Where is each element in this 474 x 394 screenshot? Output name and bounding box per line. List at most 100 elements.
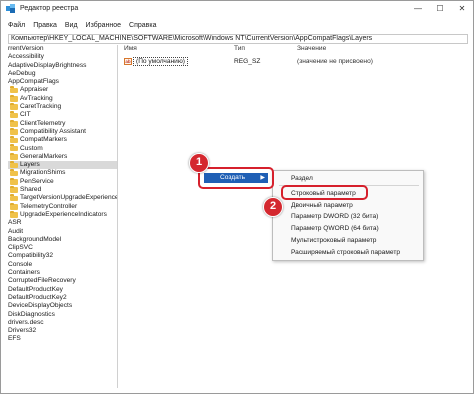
address-bar[interactable]: Компьютер\HKEY_LOCAL_MACHINE\SOFTWARE\Mi… — [8, 34, 468, 44]
value-type: REG_SZ — [234, 58, 261, 65]
tree-item-label: AeDebug — [8, 69, 36, 77]
highlight-create — [198, 167, 274, 189]
value-row[interactable]: ab (По умолчанию) REG_SZ (значение не пр… — [121, 57, 471, 67]
column-header-data[interactable]: Значение — [297, 45, 326, 54]
value-data: (значение не присвоено) — [297, 58, 373, 65]
tree-item[interactable]: Appraiser — [8, 86, 117, 94]
tree-item[interactable]: DefaultProductKey — [8, 286, 117, 294]
tree-item-label: ASR — [8, 219, 22, 227]
tree-item-label: AdaptiveDisplayBrightness — [8, 61, 87, 69]
tree-item[interactable]: Custom — [8, 145, 117, 153]
tree-item[interactable]: rrentVersion — [8, 45, 117, 53]
tree-item-label: MigrationShims — [20, 169, 66, 177]
string-value-icon: ab — [124, 58, 132, 65]
tree-item[interactable]: CaretTracking — [8, 103, 117, 111]
tree-item[interactable]: DiskDiagnostics — [8, 311, 117, 319]
tree-item-label: ClipSVC — [8, 244, 33, 252]
tree-item[interactable]: Audit — [8, 228, 117, 236]
tree-item[interactable]: AvTracking — [8, 95, 117, 103]
tree-item-label: Audit — [8, 227, 24, 235]
menu-item-expandable-string-value[interactable]: Расширяемый строковый параметр — [291, 249, 400, 256]
tree-item-label: CaretTracking — [20, 103, 62, 111]
tree-item[interactable]: Layers — [8, 161, 117, 170]
tree-item-label: GeneralMarkers — [20, 152, 68, 160]
window-title: Редактор реестра — [20, 4, 79, 12]
tree-item[interactable]: UpgradeExperienceIndicators — [8, 211, 117, 219]
tree-item[interactable]: DefaultProductKey2 — [8, 294, 117, 302]
menu-bar: Файл Правка Вид Избранное Справка — [1, 22, 165, 32]
tree-item[interactable]: AdaptiveDisplayBrightness — [8, 62, 117, 70]
folder-icon — [10, 144, 18, 152]
tree-item[interactable]: Accessibility — [8, 53, 117, 61]
menu-item-multistring-value[interactable]: Мультистроковый параметр — [291, 237, 376, 244]
tree-item[interactable]: Compatibility32 — [8, 252, 117, 260]
column-header-type[interactable]: Тип — [234, 45, 245, 54]
folder-icon — [10, 94, 18, 102]
tree-item-label: DefaultProductKey — [8, 285, 63, 293]
registry-editor-icon — [6, 3, 15, 13]
menu-favorites[interactable]: Избранное — [86, 22, 121, 32]
tree-item-label: Compatibility Assistant — [20, 127, 86, 135]
tree-item[interactable]: Shared — [8, 186, 117, 194]
tree-item-label: DefaultProductKey2 — [8, 293, 67, 301]
folder-icon — [10, 169, 18, 177]
menu-item-binary-value[interactable]: Двоичный параметр — [291, 202, 353, 209]
tree-item-label: Appraiser — [20, 86, 49, 94]
menu-view[interactable]: Вид — [65, 22, 78, 32]
tree-item[interactable]: Drivers32 — [8, 327, 117, 335]
tree-item[interactable]: PenService — [8, 178, 117, 186]
window-controls: — ☐ ✕ — [407, 1, 473, 15]
menu-item-key[interactable]: Раздел — [291, 175, 313, 182]
folder-icon — [10, 86, 18, 94]
tree-item[interactable]: ClipSVC — [8, 244, 117, 252]
folder-icon — [10, 186, 18, 193]
tree-item[interactable]: ClientTelemetry — [8, 120, 117, 128]
tree-item[interactable]: TelemetryController — [8, 203, 117, 211]
tree-item[interactable]: BackgroundModel — [8, 236, 117, 244]
tree-item[interactable]: CIT — [8, 111, 117, 119]
tree-item[interactable]: CorruptedFileRecovery — [8, 277, 117, 285]
highlight-string-value — [281, 185, 368, 200]
tree-item[interactable]: TargetVersionUpgradeExperienceI — [8, 194, 117, 202]
menu-file[interactable]: Файл — [8, 22, 25, 32]
tree-item[interactable]: DeviceDisplayObjects — [8, 302, 117, 310]
tree-item-label: rrentVersion — [8, 45, 44, 52]
folder-icon — [10, 202, 18, 210]
tree-item-label: CorruptedFileRecovery — [8, 277, 76, 285]
minimize-button[interactable]: — — [407, 1, 429, 15]
maximize-button[interactable]: ☐ — [429, 1, 451, 15]
column-header-name[interactable]: Имя — [124, 45, 137, 54]
menu-edit[interactable]: Правка — [33, 22, 57, 32]
menu-item-dword-value[interactable]: Параметр DWORD (32 бита) — [291, 213, 378, 220]
value-name: (По умолчанию) — [133, 57, 188, 66]
tree-item-label: UpgradeExperienceIndicators — [20, 210, 107, 218]
folder-icon — [10, 152, 18, 160]
tree-item[interactable]: MigrationShims — [8, 169, 117, 177]
menu-help[interactable]: Справка — [129, 22, 156, 32]
menu-item-qword-value[interactable]: Параметр QWORD (64 бита) — [291, 225, 379, 232]
folder-icon — [10, 194, 18, 202]
tree-item[interactable]: ASR — [8, 219, 117, 227]
folder-icon — [10, 127, 18, 135]
tree-item-label: ClientTelemetry — [20, 119, 66, 127]
create-submenu: Раздел Строковый параметр Двоичный парам… — [272, 170, 424, 261]
registry-tree[interactable]: rrentVersion Accessibility AdaptiveDisplay… — [8, 45, 118, 388]
tree-item-label: Console — [8, 260, 33, 268]
tree-item[interactable]: CompatMarkers — [8, 136, 117, 144]
tree-item[interactable]: EFS — [8, 335, 117, 343]
tree-item[interactable]: AeDebug — [8, 70, 117, 78]
tree-item[interactable]: Containers — [8, 269, 117, 277]
tree-item[interactable]: Compatibility Assistant — [8, 128, 117, 136]
tree-item[interactable]: drivers.desc — [8, 319, 117, 327]
tree-item-label: TargetVersionUpgradeExperienceI — [20, 194, 118, 202]
title-bar[interactable]: Редактор реестра — ☐ ✕ — [1, 1, 473, 15]
tree-item-label: EFS — [8, 335, 21, 343]
tree-item[interactable]: AppCompatFlags — [8, 78, 117, 86]
folder-icon — [10, 161, 18, 169]
tree-item[interactable]: GeneralMarkers — [8, 153, 117, 161]
tree-item-label: Containers — [8, 269, 40, 277]
tree-item-label: Compatibility32 — [8, 252, 54, 260]
tree-item-label: PenService — [20, 177, 54, 185]
close-button[interactable]: ✕ — [451, 1, 473, 15]
tree-item[interactable]: Console — [8, 261, 117, 269]
